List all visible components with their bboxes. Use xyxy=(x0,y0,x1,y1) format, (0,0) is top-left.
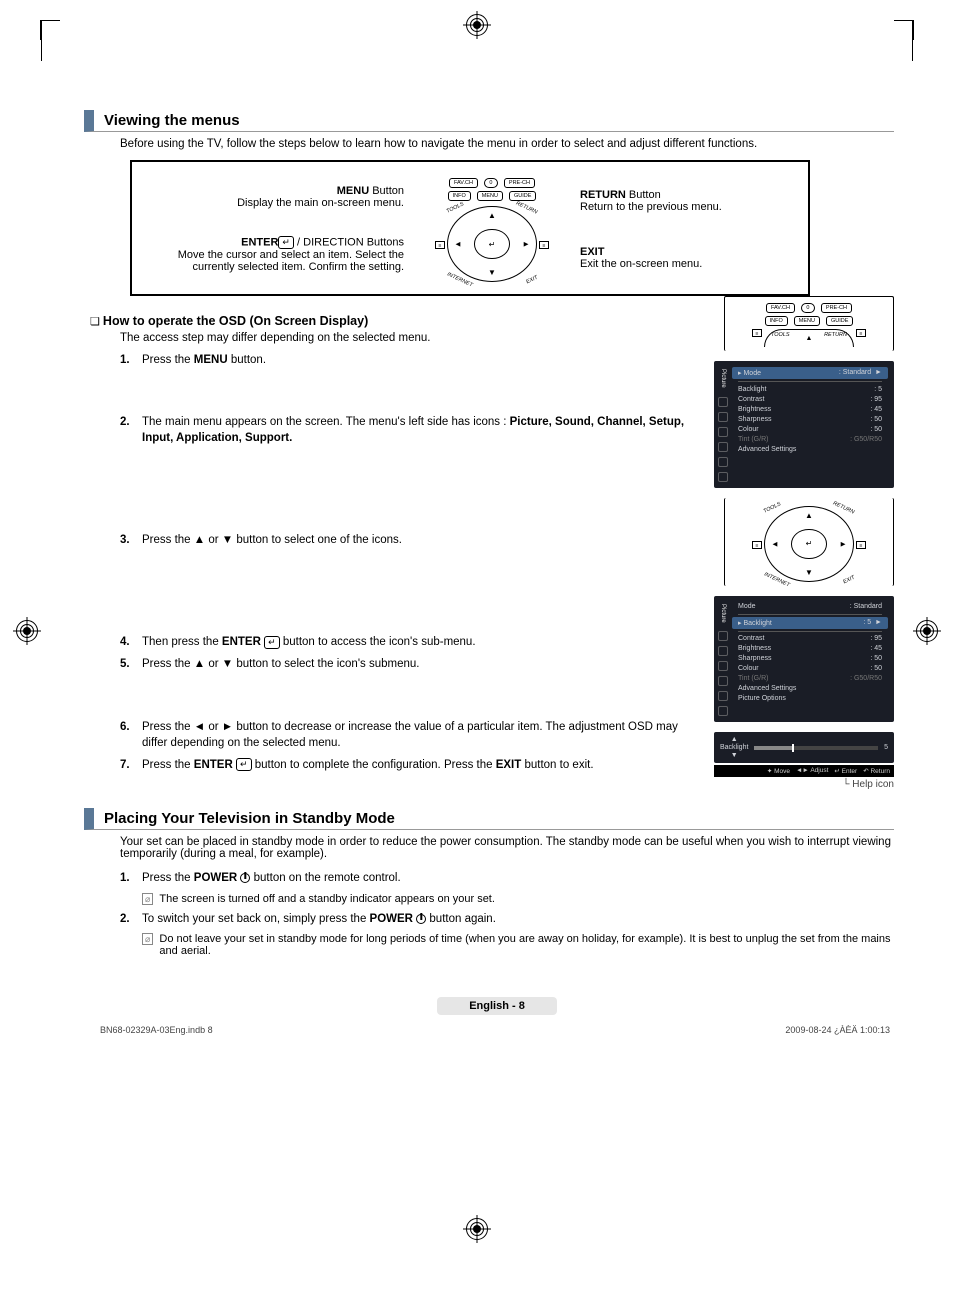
page-number-badge: English - 8 xyxy=(437,997,557,1015)
right-arrow-icon: ► xyxy=(522,240,530,249)
step-1: 1.Press the MENU button. xyxy=(120,352,692,368)
remote-diagram: MENU Button Display the main on-screen m… xyxy=(130,160,810,296)
dpad: TOOLS RETURN INTERNET EXIT ▲ ▼ ◄ ► ↵ xyxy=(447,206,537,282)
osd-help-bar: ✦ Move ◄► Adjust ↵ Enter ↶ Return xyxy=(714,765,894,777)
registration-mark-icon xyxy=(466,1218,488,1240)
exit-button-label: EXIT Exit the on-screen menu. xyxy=(580,246,780,270)
enter-icon: ↵ xyxy=(264,636,280,649)
down-arrow-icon: ▼ xyxy=(488,268,496,277)
standby-step-1: 1.Press the POWER button on the remote c… xyxy=(120,870,894,886)
howto-heading: How to operate the OSD (On Screen Displa… xyxy=(90,314,692,328)
howto-sub: The access step may differ depending on … xyxy=(120,332,692,344)
step-5: 5.Press the ▲ or ▼ button to select the … xyxy=(120,656,692,672)
side-icon-left: ≡ xyxy=(435,241,445,249)
mini-remote-top: FAV.CH 0 PRE-CH INFO MENU GUIDE ≡ TOOLS … xyxy=(724,296,894,351)
section-title-viewing-menus: Viewing the menus xyxy=(84,110,894,132)
enter-icon: ↵ xyxy=(278,236,294,249)
menu-button-label: MENU Button Display the main on-screen m… xyxy=(144,185,404,209)
zero-button: 0 xyxy=(484,178,498,188)
standby-step-2: 2.To switch your set back on, simply pre… xyxy=(120,911,894,927)
sidebar-icon xyxy=(718,397,728,407)
heading-text: Viewing the menus xyxy=(104,112,240,129)
print-footer: BN68-02329A-03Eng.indb 8 2009-08-24 ¿ÀÈÄ… xyxy=(100,1025,894,1035)
menu-button: MENU xyxy=(477,191,503,201)
step-3: 3.Press the ▲ or ▼ button to select one … xyxy=(120,532,692,548)
intro-text: Before using the TV, follow the steps be… xyxy=(120,138,894,150)
step-2: 2.The main menu appears on the screen. T… xyxy=(120,414,692,446)
remote-illustration: FAV.CH 0 PRE-CH INFO MENU GUIDE ≡ TOOLS … xyxy=(407,172,577,286)
osd-menu-backlight: Picture Mode: Standard ▸ Backlight: 5 ► … xyxy=(714,596,894,723)
power-icon xyxy=(240,873,250,883)
info-button: INFO xyxy=(448,191,471,201)
help-icon-caption: Help icon xyxy=(714,779,894,790)
section-title-standby: Placing Your Television in Standby Mode xyxy=(84,808,894,830)
enter-center-icon: ↵ xyxy=(474,229,509,259)
note-icon: ⌀ xyxy=(142,893,153,905)
power-icon xyxy=(416,914,426,924)
step-6: 6.Press the ◄ or ► button to decrease or… xyxy=(120,719,692,751)
standby-intro: Your set can be placed in standby mode i… xyxy=(120,836,894,860)
mini-remote-dpad: ≡ TOOLS RETURN INTERNET EXIT ▲▼ ◄► ↵ ≡ xyxy=(724,498,894,586)
guide-button: GUIDE xyxy=(509,191,536,201)
return-button-label: RETURN Button Return to the previous men… xyxy=(580,189,780,213)
side-icon-right: ≡ xyxy=(539,241,549,249)
osd-slider: ▲Backlight▼ 5 ✦ Move ◄► Adjust ↵ Enter ↶… xyxy=(714,732,894,790)
up-arrow-icon: ▲ xyxy=(488,211,496,220)
osd-menu-mode: Picture ▸ Mode: Standard ► Backlight5 Co… xyxy=(714,361,894,488)
left-arrow-icon: ◄ xyxy=(454,240,462,249)
note-icon: ⌀ xyxy=(142,933,153,945)
prech-button: PRE-CH xyxy=(504,178,535,188)
enter-button-label: ENTER↵ / DIRECTION Buttons Move the curs… xyxy=(144,236,404,273)
step-7: 7.Press the ENTER ↵ button to complete t… xyxy=(120,757,692,773)
favch-button: FAV.CH xyxy=(449,178,478,188)
enter-icon: ↵ xyxy=(236,758,252,771)
step-4: 4.Then press the ENTER ↵ button to acces… xyxy=(120,634,692,650)
